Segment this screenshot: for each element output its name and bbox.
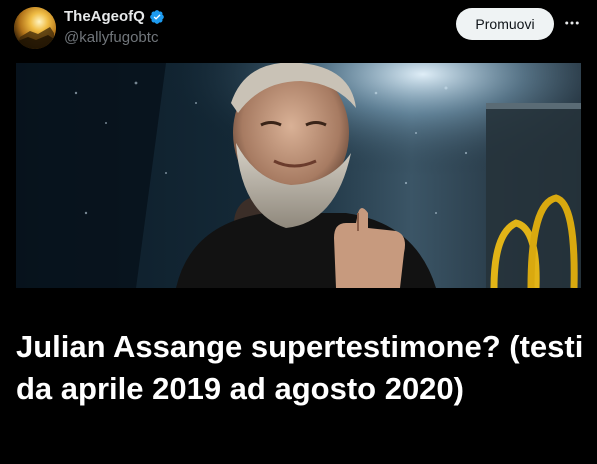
post-headline: Julian Assange supertestimone? (testi da…	[16, 329, 584, 406]
avatar[interactable]	[14, 7, 56, 49]
avatar-image	[14, 7, 56, 49]
more-options-icon	[565, 21, 579, 25]
post-header: TheAgeofQ @kallyfugobtc Promuovi	[0, 0, 597, 56]
post-card: TheAgeofQ @kallyfugobtc Promuovi Julian …	[0, 0, 597, 464]
verified-badge-icon	[150, 9, 164, 24]
author-display-name[interactable]: TheAgeofQ	[64, 8, 145, 25]
author-handle[interactable]: @kallyfugobtc	[64, 29, 158, 46]
author-name-row: TheAgeofQ	[64, 8, 165, 25]
photo-image	[16, 63, 581, 288]
more-options-button[interactable]	[561, 12, 583, 34]
promote-button[interactable]: Promuovi	[456, 8, 554, 40]
post-media-photo[interactable]	[16, 63, 581, 288]
